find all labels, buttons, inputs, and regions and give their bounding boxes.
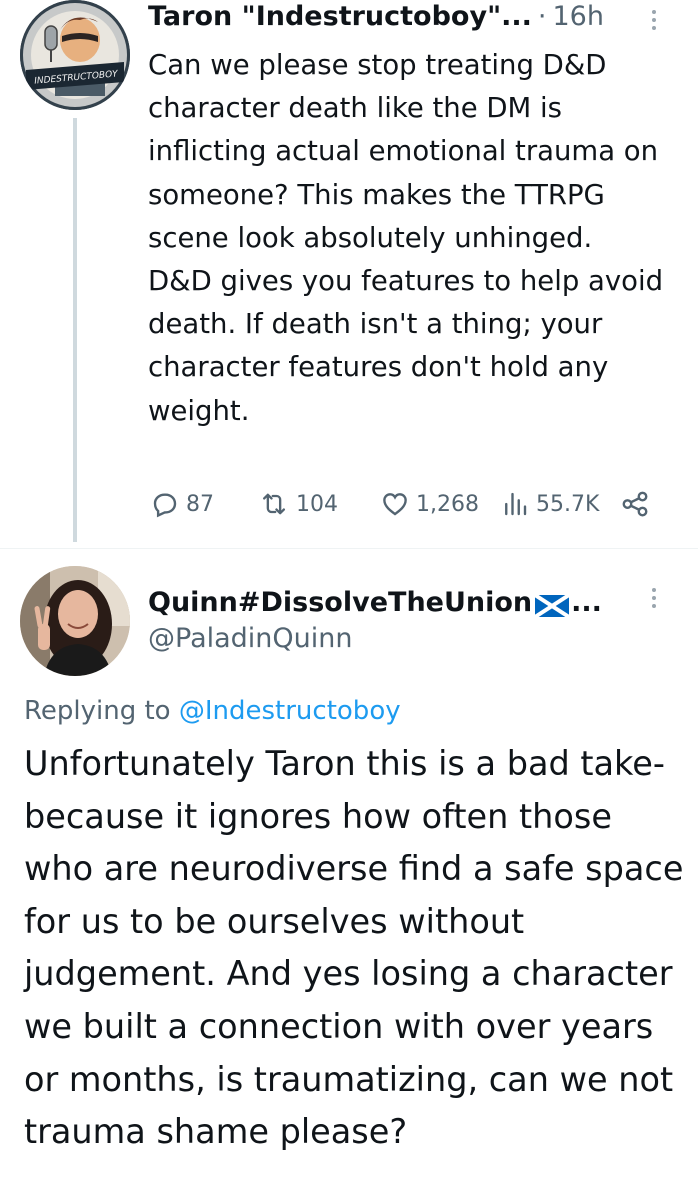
tweet-divider [0, 548, 698, 549]
more-options-icon[interactable] [650, 10, 658, 30]
author-name-text: Quinn#DissolveTheUnion [148, 587, 533, 618]
tweet-text: Can we please stop treating D&D characte… [148, 44, 678, 433]
author-name[interactable]: Quinn#DissolveTheUnion ... [148, 586, 602, 620]
thread-line [73, 118, 77, 542]
scotland-flag-icon [534, 592, 571, 619]
tweet-actions: 87 104 1,268 55.7K [148, 484, 678, 524]
tweet-paragraph: D&D gives you features to help avoid dea… [148, 265, 664, 427]
tweet-header: Taron "Indestructoboy"... · 16h [148, 0, 604, 36]
more-options-icon[interactable] [650, 588, 658, 608]
share-button[interactable] [620, 484, 650, 524]
author-handle[interactable]: @PaladinQuinn [148, 622, 353, 656]
heart-icon [380, 489, 410, 519]
retweet-button[interactable]: 104 [258, 484, 338, 524]
retweet-count: 104 [296, 491, 338, 517]
like-count: 1,268 [416, 491, 479, 517]
tweet-paragraph: Can we please stop treating D&D characte… [148, 49, 659, 254]
timestamp[interactable]: 16h [553, 0, 604, 34]
reply-icon [150, 489, 180, 519]
replying-to: Replying to @Indestructoboy [24, 693, 401, 729]
reply-count: 87 [186, 491, 214, 517]
views-icon [500, 489, 530, 519]
author-name[interactable]: Taron "Indestructoboy"... [148, 0, 532, 34]
reply-text: Unfortunately Taron this is a bad take-b… [24, 744, 684, 1152]
view-count: 55.7K [536, 491, 600, 517]
avatar[interactable]: INDESTRUCTOBOY [20, 0, 130, 110]
separator: · [537, 1, 547, 32]
name-ellipsis: ... [571, 587, 602, 618]
share-icon [620, 489, 650, 519]
mention-link[interactable]: @Indestructoboy [179, 696, 401, 726]
original-tweet[interactable]: INDESTRUCTOBOY Taron "Indestructoboy"...… [0, 0, 698, 548]
replying-prefix: Replying to [24, 696, 171, 726]
like-button[interactable]: 1,268 [380, 484, 479, 524]
views-button[interactable]: 55.7K [500, 484, 599, 524]
retweet-icon [258, 489, 290, 519]
avatar[interactable] [20, 566, 130, 676]
reply-button[interactable]: 87 [150, 484, 214, 524]
